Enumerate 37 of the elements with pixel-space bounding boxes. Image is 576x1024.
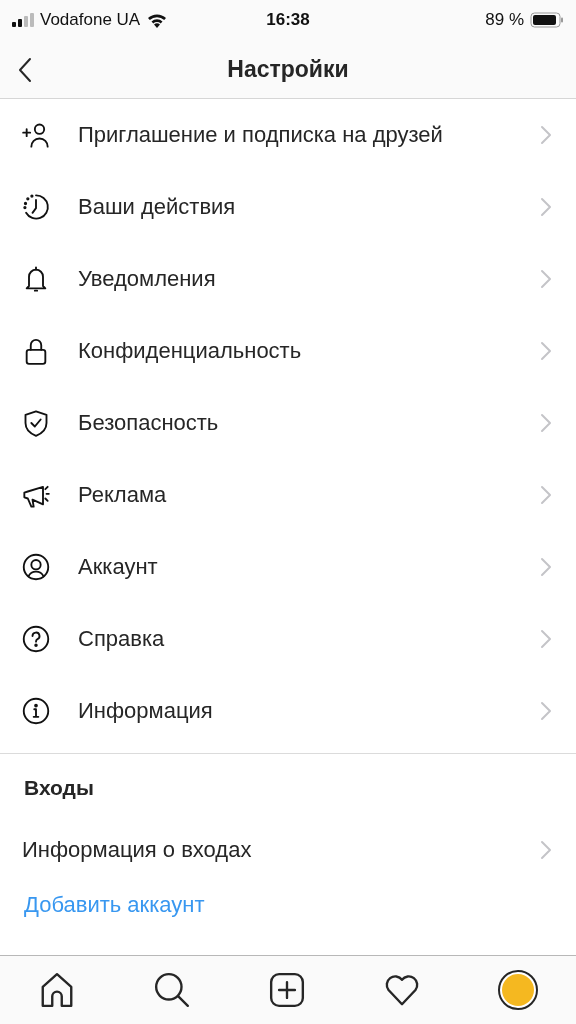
add-person-icon [22, 121, 50, 149]
settings-item[interactable]: Информация о входах [22, 837, 540, 863]
settings-item[interactable]: Безопасность [78, 410, 540, 436]
account-icon [22, 553, 50, 581]
clock-time: 16:38 [266, 10, 310, 30]
battery-percent: 89 % [485, 10, 524, 30]
settings-item[interactable]: Информация [78, 698, 540, 724]
chevron-icon [540, 269, 552, 289]
settings-item[interactable]: Ваши действия [78, 194, 540, 220]
shield-check-icon [22, 409, 50, 437]
chevron-icon [540, 197, 552, 217]
add-icon[interactable] [268, 971, 306, 1009]
settings-item[interactable]: Аккаунт [78, 554, 540, 580]
screen-title: Настройки [227, 55, 349, 83]
wifi-icon [146, 12, 169, 28]
avatar-tab[interactable] [497, 970, 538, 1010]
chevron-icon [540, 629, 552, 649]
clock-icon [22, 193, 50, 221]
chevron-icon [540, 413, 552, 433]
battery-icon [530, 12, 564, 28]
chevron-icon [540, 485, 552, 505]
chevron-icon [540, 557, 552, 577]
search-icon[interactable] [153, 971, 192, 1009]
chevron-icon [540, 341, 552, 361]
chevron-icon [540, 840, 552, 860]
settings-item[interactable]: Реклама [78, 482, 540, 508]
carrier-name: Vodafone UA [40, 10, 141, 30]
settings-item[interactable]: Конфиденциальность [78, 338, 540, 364]
settings-item[interactable]: Справка [78, 626, 540, 652]
settings-item[interactable]: Приглашение и подписка на друзей [78, 122, 540, 148]
chevron-icon [540, 125, 552, 145]
info-icon [22, 697, 50, 725]
chevron-icon [540, 701, 552, 721]
settings-item[interactable]: Уведомления [78, 266, 540, 292]
signal-icon [12, 13, 34, 27]
section-heading: Входы [23, 775, 95, 801]
help-icon [22, 625, 50, 653]
